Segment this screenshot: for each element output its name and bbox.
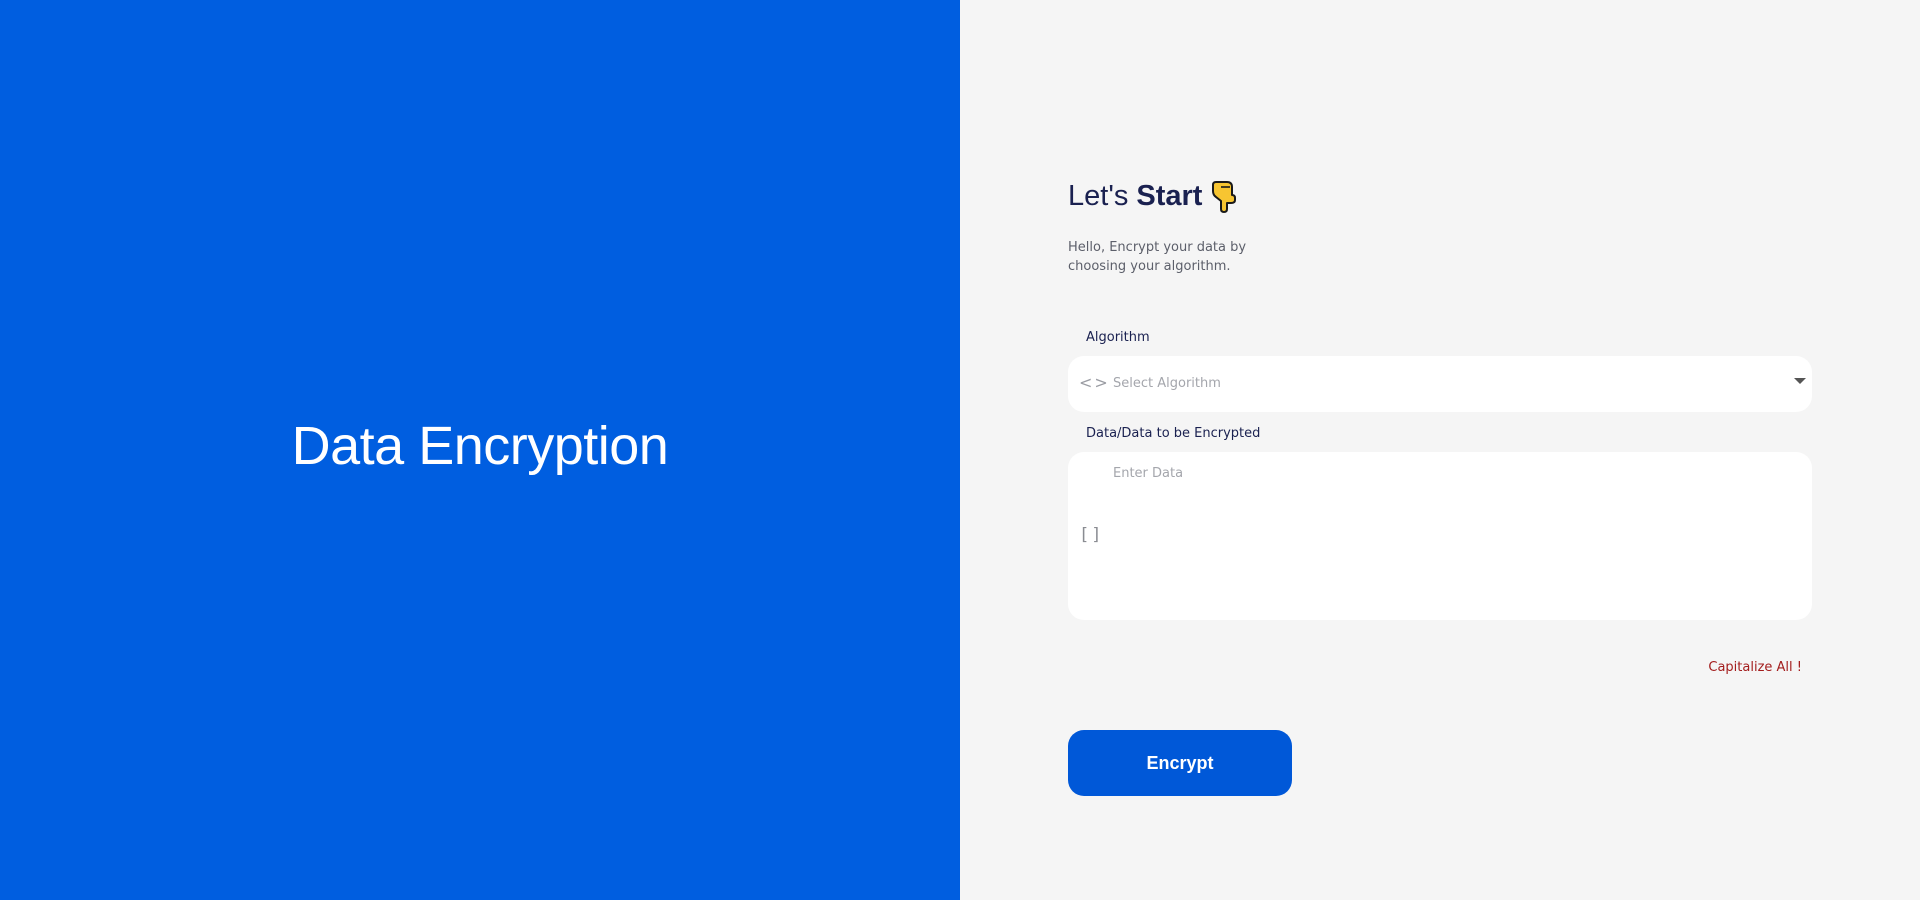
capitalize-row: Capitalize All ! — [1068, 656, 1812, 675]
algorithm-select[interactable]: <> Select Algorithm — [1068, 356, 1812, 412]
page-title-light: Let's — [1068, 179, 1129, 212]
data-label: Data/Data to be Encrypted — [1086, 426, 1261, 441]
right-panel: Let's Start Hello, Encrypt your data by … — [960, 0, 1920, 900]
data-input-placeholder: Enter Data — [1113, 466, 1184, 481]
algorithm-select-placeholder: Select Algorithm — [1113, 376, 1221, 391]
left-panel: Data Encryption — [0, 0, 960, 900]
intro-text: Hello, Encrypt your data by choosing you… — [1068, 240, 1247, 274]
pointing-down-hand-icon — [1210, 179, 1238, 213]
algorithm-label: Algorithm — [1086, 330, 1150, 345]
hero-title: Data Encryption — [291, 416, 669, 476]
encrypt-button[interactable]: Encrypt — [1068, 730, 1292, 796]
data-input[interactable]: Enter Data [] — [1068, 452, 1812, 620]
encryption-form: Let's Start Hello, Encrypt your data by … — [1068, 172, 1812, 796]
capitalize-all-link[interactable]: Capitalize All ! — [1708, 660, 1802, 675]
chevron-down-icon[interactable] — [1794, 378, 1806, 384]
code-icon: <> — [1079, 373, 1110, 392]
page-title: Let's Start — [1068, 172, 1812, 220]
brackets-icon: [] — [1079, 525, 1104, 545]
page-title-bold: Start — [1136, 179, 1203, 212]
